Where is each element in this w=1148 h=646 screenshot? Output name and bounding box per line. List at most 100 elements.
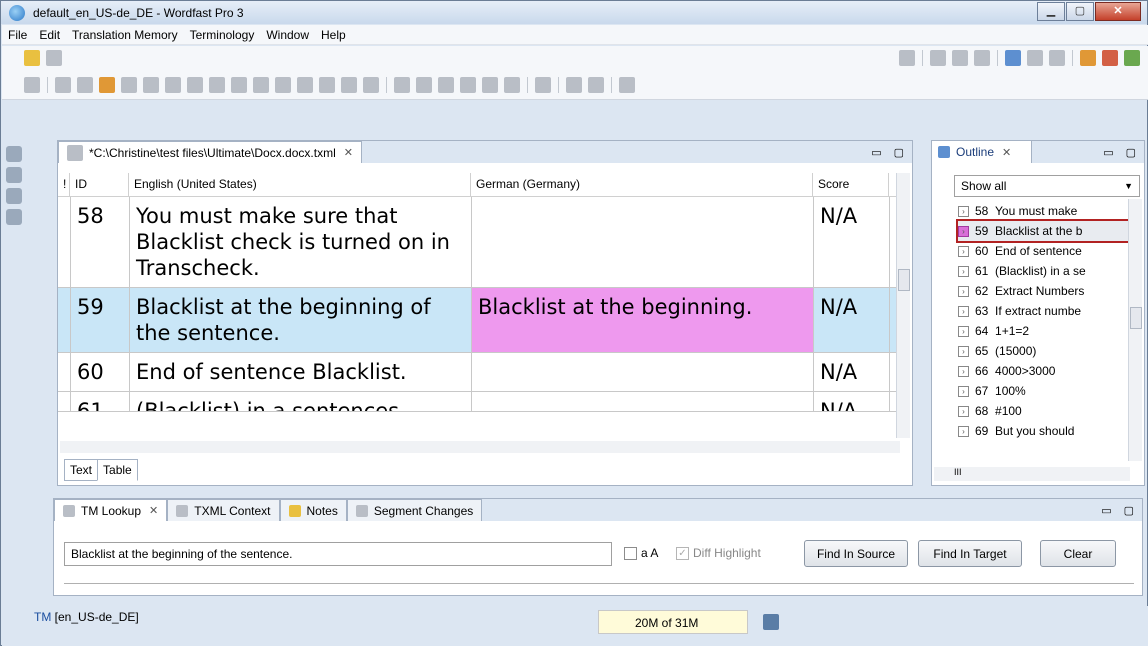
goto-icon[interactable] (482, 76, 498, 93)
star-icon[interactable] (165, 76, 181, 93)
previous-segment-icon[interactable] (143, 76, 159, 93)
tm-status[interactable]: TM [en_US-de_DE] (34, 610, 139, 624)
source-cell[interactable]: Blacklist at the beginning of the senten… (130, 288, 472, 352)
tm-toggle-icon[interactable] (899, 50, 915, 66)
tab-document[interactable]: *C:\Christine\test files\Ultimate\Docx.d… (58, 141, 362, 163)
quality-check-icon[interactable] (1124, 50, 1140, 66)
paragraph-icon[interactable] (55, 76, 71, 93)
col-flag[interactable]: ! (58, 173, 70, 196)
list-item[interactable]: › 66 4000>3000 (958, 361, 1128, 381)
list-item[interactable]: › 69 But you should (958, 421, 1128, 441)
commit-icon[interactable] (394, 76, 410, 93)
close-tab-icon[interactable]: ✕ (1002, 146, 1011, 159)
flag-icon[interactable] (319, 76, 335, 93)
close-button[interactable]: ✕ (1095, 2, 1141, 21)
col-id[interactable]: ID (70, 173, 129, 196)
insert-icon[interactable] (99, 76, 115, 93)
menu-file[interactable]: File (2, 28, 33, 42)
database-icon[interactable] (6, 209, 22, 225)
new-project-icon[interactable] (6, 146, 22, 162)
expand-icon[interactable] (253, 76, 269, 93)
maximize-panel-icon[interactable]: ▢ (1124, 504, 1134, 517)
open-folder-icon[interactable] (24, 50, 40, 66)
outline-horizontal-scrollbar[interactable]: III (934, 467, 1130, 481)
table-row[interactable]: 60 End of sentence Blacklist. N/A (58, 353, 904, 392)
lock-icon[interactable] (341, 76, 357, 93)
diff-highlight-checkbox[interactable]: ✓ Diff Highlight (676, 546, 761, 560)
tab-outline[interactable]: Outline ✕ (932, 141, 1032, 163)
source-cell[interactable]: You must make sure that Blacklist check … (130, 197, 472, 287)
maximize-panel-icon[interactable]: ▢ (894, 146, 904, 159)
edit-icon[interactable] (619, 76, 635, 93)
add-icon[interactable] (275, 76, 291, 93)
report-icon[interactable] (1102, 50, 1118, 66)
scroll-thumb[interactable] (898, 269, 910, 291)
target-cell[interactable] (472, 197, 814, 287)
editor-icon[interactable] (6, 167, 22, 183)
redo-icon[interactable] (209, 76, 225, 93)
split-icon[interactable] (460, 76, 476, 93)
menu-terminology[interactable]: Terminology (184, 28, 261, 42)
outline-vertical-scrollbar[interactable] (1128, 199, 1142, 461)
undo-icon[interactable] (187, 76, 203, 93)
list-item-selected[interactable]: › 59 Blacklist at the b (956, 219, 1130, 243)
outline-filter-select[interactable]: Show all ▼ (954, 175, 1140, 197)
target-cell[interactable] (472, 353, 814, 391)
indent-left-icon[interactable] (930, 50, 946, 66)
source-cell[interactable]: End of sentence Blacklist. (130, 353, 472, 391)
list-item[interactable]: › 65 (15000) (958, 341, 1128, 361)
target-cell[interactable]: Blacklist at the beginning. (472, 288, 814, 352)
tab-tm-lookup[interactable]: TM Lookup ✕ (54, 499, 168, 521)
view-icon[interactable] (1027, 50, 1043, 66)
minimize-button[interactable]: ▁ (1037, 2, 1065, 21)
list-item[interactable]: › 58 You must make (958, 201, 1128, 221)
pencil-icon[interactable] (1080, 50, 1096, 66)
remove-icon[interactable] (297, 76, 313, 93)
export-icon[interactable] (1005, 50, 1021, 66)
scroll-thumb[interactable] (1130, 307, 1142, 329)
source-cell[interactable]: (Blacklist) in a sentences (130, 392, 472, 411)
close-tab-icon[interactable]: ✕ (344, 146, 353, 159)
copy-source-icon[interactable] (77, 76, 93, 93)
list-item[interactable]: › 63 If extract numbe (958, 301, 1128, 321)
indent-down-icon[interactable] (952, 50, 968, 66)
table-row[interactable]: 58 You must make sure that Blacklist che… (58, 197, 904, 288)
trash-icon[interactable] (763, 614, 779, 630)
menu-edit[interactable]: Edit (33, 28, 66, 42)
fullscreen-icon[interactable] (566, 76, 582, 93)
tab-text[interactable]: Text (64, 459, 99, 481)
table-row[interactable]: 61 (Blacklist) in a sentences N/A (58, 392, 904, 412)
find-in-target-button[interactable]: Find In Target (918, 540, 1022, 567)
menu-window[interactable]: Window (260, 28, 315, 42)
col-target[interactable]: German (Germany) (471, 173, 813, 196)
list-item[interactable]: › 68 #100 (958, 401, 1128, 421)
tag-icon[interactable] (231, 76, 247, 93)
layout-icon[interactable] (1049, 50, 1065, 66)
indent-right-icon[interactable] (974, 50, 990, 66)
editor-horizontal-scrollbar[interactable] (60, 441, 900, 453)
maximize-panel-icon[interactable]: ▢ (1126, 146, 1136, 159)
merge-icon[interactable] (438, 76, 454, 93)
list-item[interactable]: › 64 1+1=2 (958, 321, 1128, 341)
tab-txml-context[interactable]: TXML Context (167, 499, 280, 521)
arrow-right-icon[interactable] (504, 76, 520, 93)
target-cell[interactable] (472, 392, 814, 411)
editor-vertical-scrollbar[interactable] (896, 173, 910, 438)
tab-segment-changes[interactable]: Segment Changes (346, 499, 483, 521)
menu-help[interactable]: Help (315, 28, 352, 42)
tab-table[interactable]: Table (97, 459, 138, 481)
col-score[interactable]: Score (813, 173, 889, 196)
minimize-panel-icon[interactable]: ▭ (1103, 146, 1113, 159)
next-segment-icon[interactable] (121, 76, 137, 93)
tm-lookup-input[interactable]: Blacklist at the beginning of the senten… (64, 542, 612, 566)
unlock-icon[interactable] (363, 76, 379, 93)
save-icon[interactable] (46, 50, 62, 66)
minimize-panel-icon[interactable]: ▭ (871, 146, 881, 159)
search-icon[interactable] (6, 188, 22, 204)
terminology-icon[interactable] (416, 76, 432, 93)
maximize-button[interactable]: ▢ (1066, 2, 1094, 21)
case-sensitive-checkbox[interactable]: a A (624, 546, 658, 560)
document-icon[interactable] (588, 76, 604, 93)
list-item[interactable]: › 62 Extract Numbers (958, 281, 1128, 301)
list-item[interactable]: › 61 (Blacklist) in a se (958, 261, 1128, 281)
